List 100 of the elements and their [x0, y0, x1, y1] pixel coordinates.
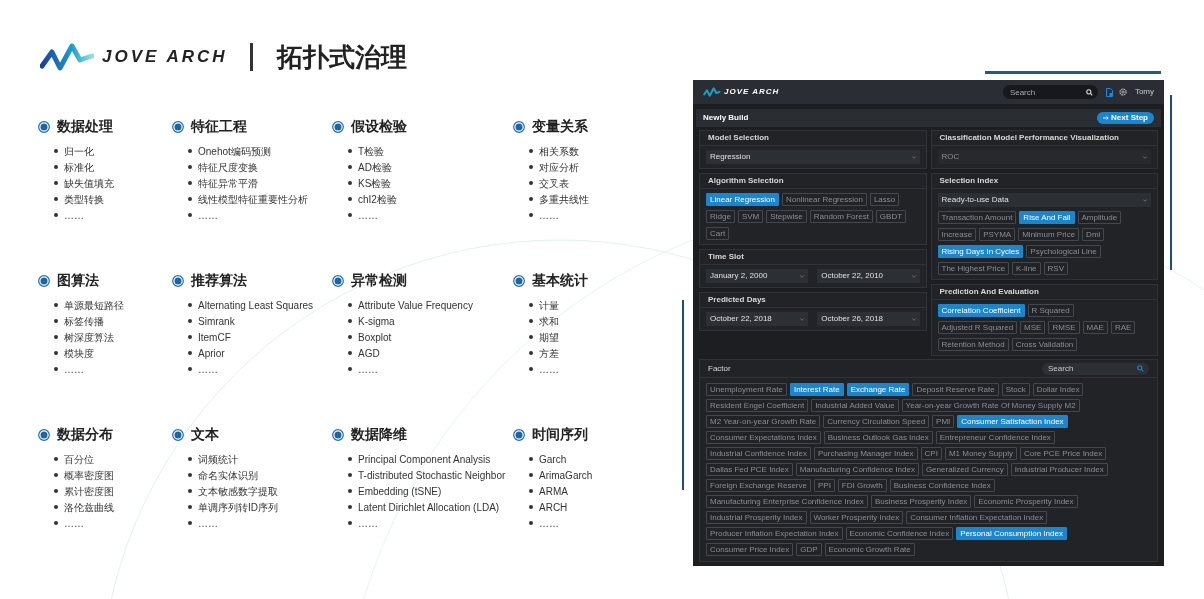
list-item: Onehot编码预测: [198, 144, 271, 159]
list-item: K-sigma: [358, 314, 395, 329]
option-chip[interactable]: PPI: [813, 479, 835, 492]
option-chip[interactable]: Entrepreneur Confidence Index: [935, 431, 1055, 444]
list-item: 洛伦兹曲线: [64, 500, 114, 515]
option-chip[interactable]: Industrial Added Value: [811, 399, 899, 412]
dropdown[interactable]: Regression: [706, 150, 920, 164]
document-icon[interactable]: [1105, 87, 1113, 97]
option-chip[interactable]: Consumer Expectations Index: [706, 431, 821, 444]
list-item: Alternating Least Squares: [198, 298, 314, 313]
dropdown[interactable]: October 22, 2010: [817, 269, 920, 283]
option-chip[interactable]: GDP: [796, 543, 822, 556]
option-chip[interactable]: Dallas Fed PCE Index: [706, 463, 793, 476]
option-chip[interactable]: RSV: [1043, 262, 1068, 275]
option-chip[interactable]: Year-on-year Growth Rate Of Money Supply M2: [901, 399, 1080, 412]
option-chip[interactable]: Personal Consumption Index: [956, 527, 1067, 540]
option-chip[interactable]: Stepwise: [766, 210, 807, 223]
search-field[interactable]: Search: [1002, 85, 1098, 99]
option-chip[interactable]: Producer Inflation Expectation Index: [706, 527, 843, 540]
option-chip[interactable]: MSE: [1020, 321, 1046, 334]
option-chip[interactable]: Industrial Prosperity Index: [706, 511, 807, 524]
user-name[interactable]: Tomy: [1134, 86, 1154, 98]
option-chip[interactable]: Exchange Rate: [846, 383, 910, 396]
option-chip[interactable]: Business Confidence Index: [889, 479, 995, 492]
dropdown[interactable]: January 2, 2000: [706, 269, 809, 283]
list-item: 词频统计: [198, 452, 238, 467]
option-chip[interactable]: Core PCE Price Index: [1019, 447, 1107, 460]
option-chip[interactable]: M1 Money Supply: [944, 447, 1017, 460]
option-chip[interactable]: Currency Circulation Speed: [823, 415, 930, 428]
option-chip[interactable]: Lasso: [869, 193, 900, 206]
bullet-circle-icon: [332, 428, 344, 441]
dropdown[interactable]: October 26, 2018: [817, 312, 920, 326]
option-chip[interactable]: Linear Regression: [706, 193, 779, 206]
dropdown[interactable]: Ready-to-use Data: [937, 193, 1151, 207]
option-chip[interactable]: MAE: [1082, 321, 1108, 334]
option-chip[interactable]: Unemployment Rate: [706, 383, 787, 396]
option-chip[interactable]: Stock: [1001, 383, 1030, 396]
panel-title: Prediction And Evaluation: [939, 286, 1039, 298]
list-item: 标签传播: [64, 314, 104, 329]
option-chip[interactable]: Manufacturing Enterprise Confidence Index: [706, 495, 868, 508]
option-chip[interactable]: Foreign Exchange Reserve: [706, 479, 811, 492]
settings-icon[interactable]: [1118, 88, 1127, 96]
list-item: 归一化: [64, 144, 94, 159]
option-chip[interactable]: Deposit Reserve Rate: [912, 383, 999, 396]
option-chip[interactable]: Cart: [706, 227, 730, 240]
option-chip[interactable]: RMSE: [1048, 321, 1080, 334]
option-chip[interactable]: PMI: [932, 415, 955, 428]
option-chip[interactable]: Ridge: [706, 210, 735, 223]
option-chip[interactable]: Adjusted R Squared: [937, 321, 1018, 334]
option-chip[interactable]: Resident Engel Coefficient: [706, 399, 809, 412]
option-chip[interactable]: Random Forest: [809, 210, 873, 223]
panel-title: Model Selection: [708, 132, 769, 144]
option-chip[interactable]: Transaction Amount: [937, 211, 1017, 224]
option-chip[interactable]: Manufacturing Confidence Index: [795, 463, 919, 476]
option-chip[interactable]: Industrial Producer Index: [1010, 463, 1108, 476]
option-chip[interactable]: Rising Days In Cycles: [937, 245, 1024, 258]
list-item: 单源最短路径: [64, 298, 124, 313]
option-chip[interactable]: SVM: [737, 210, 764, 223]
option-chip[interactable]: Business Prosperity Index: [870, 495, 972, 508]
option-chip[interactable]: Purchasing Manager Index: [813, 447, 918, 460]
option-chip[interactable]: Economic Growth Rate: [824, 543, 915, 556]
option-chip[interactable]: M2 Year-on-year Growth Rate: [706, 415, 821, 428]
search-field[interactable]: Search: [1042, 362, 1149, 375]
option-chip[interactable]: Economic Prosperity Index: [974, 495, 1078, 508]
option-chip[interactable]: Amplitude: [1077, 211, 1122, 224]
option-chip[interactable]: CPI: [920, 447, 942, 460]
option-chip[interactable]: GBDT: [875, 210, 907, 223]
panel-title: Factor: [708, 362, 731, 375]
option-chip[interactable]: Consumer Price Index: [706, 543, 794, 556]
option-chip[interactable]: Business Outlook Gas Index: [823, 431, 933, 444]
next-step-button[interactable]: Next Step: [1097, 112, 1154, 124]
option-chip[interactable]: Generalized Currency: [921, 463, 1008, 476]
option-chip[interactable]: Interest Rate: [789, 383, 844, 396]
option-chip[interactable]: RAE: [1110, 321, 1136, 334]
option-chip[interactable]: K-line: [1012, 262, 1041, 275]
bullet-circle-icon: [38, 428, 50, 441]
list-item: 类型转换: [64, 192, 104, 207]
logo-wave-icon: [40, 42, 94, 72]
list-item: 缺失值填充: [64, 176, 114, 191]
option-chip[interactable]: Nonlinear Regression: [781, 193, 867, 206]
option-chip[interactable]: Cross Validation: [1011, 338, 1078, 351]
option-chip[interactable]: Consumer Satisfaction Index: [957, 415, 1068, 428]
option-chip[interactable]: FDI Growth: [837, 479, 887, 492]
option-chip[interactable]: Minimum Price: [1018, 228, 1080, 241]
option-chip[interactable]: Dmi: [1082, 228, 1105, 241]
option-chip[interactable]: R Squared: [1027, 304, 1074, 317]
option-chip[interactable]: The Highest Price: [937, 262, 1010, 275]
option-chip[interactable]: Economic Confidence Index: [845, 527, 954, 540]
dropdown[interactable]: October 22, 2018: [706, 312, 809, 326]
option-chip[interactable]: Correlation Coefficient: [937, 304, 1025, 317]
option-chip[interactable]: Worker Prosperity Index: [809, 511, 904, 524]
option-chip[interactable]: Increase: [937, 228, 977, 241]
option-chip[interactable]: Retention Method: [937, 338, 1009, 351]
list-item: 线性模型特征重要性分析: [198, 192, 308, 207]
option-chip[interactable]: Rise And Fall: [1019, 211, 1075, 224]
option-chip[interactable]: Psychological Line: [1026, 245, 1101, 258]
option-chip[interactable]: Industrial Confidence Index: [706, 447, 811, 460]
option-chip[interactable]: PSYMA: [979, 228, 1016, 241]
option-chip[interactable]: Consumer Inflation Expectation Index: [906, 511, 1048, 524]
option-chip[interactable]: Dollar Index: [1032, 383, 1084, 396]
